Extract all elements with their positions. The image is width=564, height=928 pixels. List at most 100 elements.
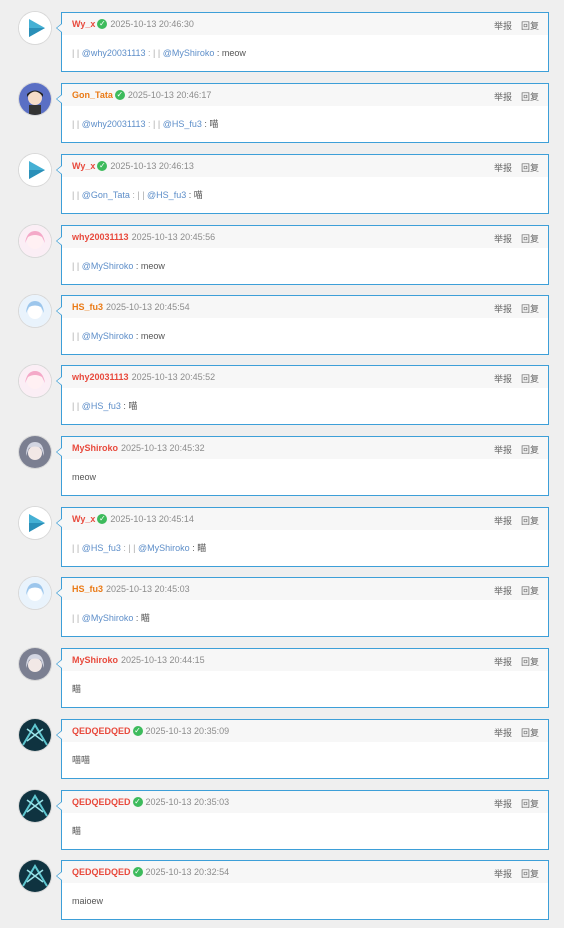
mention-link[interactable]: @MyShiroko [138,543,190,553]
username[interactable]: Wy_x [72,19,95,29]
reply-button[interactable]: 回复 [521,92,539,102]
verified-check-icon: ✓ [97,19,108,29]
blue-anime-avatar[interactable] [19,295,51,327]
username[interactable]: QEDQEDQED [72,726,131,736]
comment-actions: 举报 回复 [485,584,539,597]
report-button[interactable]: 举报 [494,374,512,384]
teal-abstract-avatar[interactable] [19,860,51,892]
quote-separator: | | [72,400,82,411]
username[interactable]: Gon_Tata [72,90,113,100]
comment-text: maioew [62,883,548,918]
report-button[interactable]: 举报 [494,163,512,173]
mention-link[interactable]: @HS_fu3 [163,119,202,129]
reply-button[interactable]: 回复 [521,304,539,314]
mention-link[interactable]: @HS_fu3 [82,543,121,553]
quote-separator: | | [72,118,82,129]
comment-actions: 举报 回复 [485,797,539,810]
report-button[interactable]: 举报 [494,869,512,879]
timestamp: 2025-10-13 20:45:52 [131,372,216,382]
mention-link[interactable]: @HS_fu3 [147,190,186,200]
silver-hair-avatar[interactable] [19,436,51,468]
comment-header: QEDQEDQED ✓ 2025-10-13 20:35:09 举报 回复 [62,720,548,742]
username[interactable]: QEDQEDQED [72,797,131,807]
comment-actions: 举报 回复 [485,19,539,32]
play-avatar[interactable] [19,12,51,44]
comment-card: QEDQEDQED ✓ 2025-10-13 20:35:09 举报 回复 喵喵 [56,719,549,779]
comment-header: Wy_x ✓ 2025-10-13 20:45:14 举报 回复 [62,508,548,530]
mention-link[interactable]: @MyShiroko [82,613,134,623]
comment-header: HS_fu3 2025-10-13 20:45:54 举报 回复 [62,296,548,318]
mention-link[interactable]: @MyShiroko [82,261,134,271]
play-avatar[interactable] [19,507,51,539]
username[interactable]: why20031113 [72,232,129,242]
reply-button[interactable]: 回复 [521,21,539,31]
reply-button[interactable]: 回复 [521,728,539,738]
message-text: 瞄 [72,684,82,694]
username[interactable]: why20031113 [72,372,129,382]
comment-actions: 举报 回复 [485,726,539,739]
comment-list: Wy_x ✓ 2025-10-13 20:46:30 举报 回复 | | @why2003… [0,0,564,928]
reply-button[interactable]: 回复 [521,586,539,596]
pink-anime-avatar[interactable] [19,365,51,397]
comment-header: HS_fu3 2025-10-13 20:45:03 举报 回复 [62,578,548,600]
reply-button[interactable]: 回复 [521,516,539,526]
comment-actions: 举报 回复 [485,867,539,880]
comment-item: QEDQEDQED ✓ 2025-10-13 20:32:54 举报 回复 maioew [0,860,564,920]
comment-header: why20031113 2025-10-13 20:45:52 举报 回复 [62,366,548,388]
comment-item: QEDQEDQED ✓ 2025-10-13 20:35:03 举报 回复瞄 [0,790,564,850]
report-button[interactable]: 举报 [494,445,512,455]
mention-link[interactable]: @Gon_Tata [82,190,130,200]
username[interactable]: QEDQEDQED [72,867,131,877]
report-button[interactable]: 举报 [494,234,512,244]
username[interactable]: HS_fu3 [72,584,103,594]
report-button[interactable]: 举报 [494,799,512,809]
comment-card: why20031113 2025-10-13 20:45:56 举报 回复 | | @M… [56,225,549,285]
mention-link[interactable]: @MyShiroko [163,48,215,58]
mention-link[interactable]: @why20031113 [82,48,146,58]
pink-anime-avatar[interactable] [19,225,51,257]
username[interactable]: Wy_x [72,514,95,524]
message-text: : 喵 [120,401,138,411]
silver-hair-avatar[interactable] [19,648,51,680]
blue-anime-avatar[interactable] [19,577,51,609]
quote-separator: | | [72,47,82,58]
verified-check-icon: ✓ [132,726,143,736]
quote-separator: : | | [120,542,139,553]
comment-text: 喵喵 [62,742,548,777]
quote-separator: | | [72,612,82,623]
comment-actions: 举报 回复 [485,372,539,385]
teal-abstract-avatar[interactable] [19,719,51,751]
username[interactable]: HS_fu3 [72,302,103,312]
report-button[interactable]: 举报 [494,728,512,738]
message-text: : meow [133,330,165,341]
mention-link[interactable]: @MyShiroko [82,331,134,341]
play-avatar[interactable] [19,154,51,186]
reply-button[interactable]: 回复 [521,374,539,384]
quote-separator: : | | [145,118,163,129]
message-text: : 喵 [201,119,219,129]
reply-button[interactable]: 回复 [521,163,539,173]
report-button[interactable]: 举报 [494,304,512,314]
reply-button[interactable]: 回复 [521,234,539,244]
teal-abstract-avatar[interactable] [19,790,51,822]
username[interactable]: MyShiroko [72,655,118,665]
username[interactable]: Wy_x [72,161,95,171]
reply-button[interactable]: 回复 [521,869,539,879]
comment-actions: 举报 回复 [485,232,539,245]
username[interactable]: MyShiroko [72,443,118,453]
report-button[interactable]: 举报 [494,586,512,596]
message-text: meow [72,471,97,482]
boy-avatar[interactable] [19,83,51,115]
verified-check-icon: ✓ [97,514,108,524]
reply-button[interactable]: 回复 [521,799,539,809]
report-button[interactable]: 举报 [494,92,512,102]
mention-link[interactable]: @why20031113 [82,119,146,129]
report-button[interactable]: 举报 [494,657,512,667]
reply-button[interactable]: 回复 [521,657,539,667]
report-button[interactable]: 举报 [494,21,512,31]
comment-card: QEDQEDQED ✓ 2025-10-13 20:35:03 举报 回复瞄 [56,790,549,850]
reply-button[interactable]: 回复 [521,445,539,455]
quote-separator: : | | [145,47,163,58]
report-button[interactable]: 举报 [494,516,512,526]
mention-link[interactable]: @HS_fu3 [82,401,121,411]
